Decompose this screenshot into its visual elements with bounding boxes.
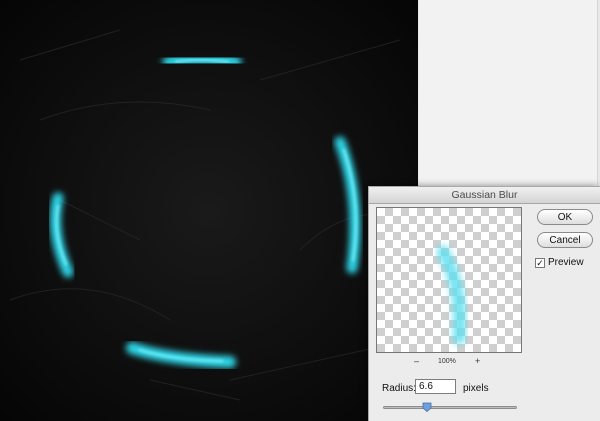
document-canvas[interactable] <box>0 0 418 421</box>
checkmark-icon: ✓ <box>536 258 544 268</box>
canvas-artwork <box>0 0 418 421</box>
radius-input[interactable]: 6.6 <box>415 379 456 394</box>
side-panel-surface <box>419 0 598 190</box>
cancel-button[interactable]: Cancel <box>537 232 593 248</box>
blur-preview[interactable] <box>376 207 522 353</box>
preview-glow-stroke <box>436 245 467 345</box>
radius-unit-label: pixels <box>463 383 489 394</box>
radius-slider-track[interactable] <box>383 406 517 409</box>
zoom-level: 100% <box>438 358 456 365</box>
ok-button[interactable]: OK <box>537 209 593 225</box>
gaussian-blur-dialog: Gaussian Blur – 100% + OK Cancel ✓ Previ… <box>368 186 600 421</box>
preview-checkbox[interactable]: ✓ <box>535 258 545 268</box>
radius-label: Radius: <box>382 383 416 394</box>
preview-artwork <box>436 245 467 345</box>
zoom-controls: – 100% + <box>376 356 522 370</box>
dialog-title[interactable]: Gaussian Blur <box>369 187 600 204</box>
preview-label: Preview <box>548 257 584 268</box>
zoom-in-button[interactable]: + <box>475 356 480 366</box>
zoom-out-button[interactable]: – <box>414 356 419 366</box>
slider-thumb-icon[interactable] <box>422 402 432 412</box>
